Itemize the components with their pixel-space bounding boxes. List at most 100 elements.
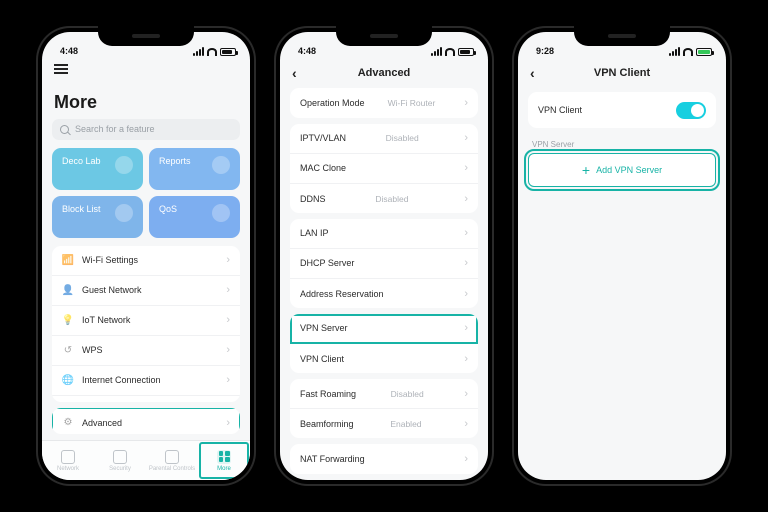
settings-list: 📶Wi-Fi Settings› 👤Guest Network› 💡IoT Ne… [52,246,240,402]
signal-icon [431,47,442,56]
tab-network[interactable]: Network [42,441,94,480]
chevron-right-icon: › [464,288,468,300]
security-tab-icon [113,450,127,464]
battery-charging-icon [696,48,712,56]
tab-bar: Network Security Parental Controls More [42,440,250,480]
row-vpn-client[interactable]: VPN Client› [290,344,478,373]
group-wireless: Fast RoamingDisabled› BeamformingEnabled… [290,379,478,438]
wifi-icon [445,48,455,56]
chevron-right-icon: › [464,227,468,239]
topbar [42,58,250,88]
network-tab-icon [61,450,75,464]
search-placeholder: Search for a feature [75,124,155,134]
row-wifi-settings[interactable]: 📶Wi-Fi Settings› [52,246,240,276]
header: ‹ VPN Client [518,58,726,88]
battery-icon [220,48,236,56]
chevron-right-icon: › [226,284,230,296]
tab-security[interactable]: Security [94,441,146,480]
search-icon [60,125,69,134]
lab-icon [115,156,133,174]
menu-icon[interactable] [54,64,68,74]
battery-icon [458,48,474,56]
search-input[interactable]: Search for a feature [52,119,240,140]
row-ddns[interactable]: DDNSDisabled› [290,184,478,213]
wifi-icon [207,48,217,56]
row-internet-connection[interactable]: 🌐Internet Connection› [52,366,240,396]
vpn-toggle-list: VPN Client [528,92,716,128]
row-mac-clone[interactable]: MAC Clone› [290,154,478,184]
gear-icon: ⚙ [62,417,74,429]
reports-icon [212,156,230,174]
row-fast-roaming[interactable]: Fast RoamingDisabled› [290,379,478,409]
clock: 9:28 [536,46,554,56]
row-wps[interactable]: ↺WPS› [52,336,240,366]
chevron-right-icon: › [464,193,468,205]
signal-icon [193,47,204,56]
tab-more[interactable]: More [198,441,250,480]
block-icon [115,204,133,222]
chevron-right-icon: › [226,314,230,326]
section-vpn-server: VPN Server [528,134,716,153]
chevron-right-icon: › [464,257,468,269]
row-vpn-server[interactable]: VPN Server› [290,314,478,344]
signal-icon [669,47,680,56]
iot-icon: 💡 [62,314,74,326]
row-beamforming[interactable]: BeamformingEnabled› [290,409,478,438]
vpn-client-toggle[interactable] [676,102,706,119]
more-tab-icon [217,450,231,464]
row-iot-network[interactable]: 💡IoT Network› [52,306,240,336]
qos-icon [212,204,230,222]
tile-block-list[interactable]: Block List [52,196,143,238]
row-advanced[interactable]: ⚙Advanced› [52,408,240,434]
feature-tiles: Deco Lab Reports Block List QoS [52,148,240,238]
tile-reports[interactable]: Reports [149,148,240,190]
row-network-optimization[interactable]: ✳Network Optimization› [52,396,240,402]
tile-deco-lab[interactable]: Deco Lab [52,148,143,190]
header-title: VPN Client [594,67,650,79]
wps-icon: ↺ [62,344,74,356]
guest-icon: 👤 [62,284,74,296]
group-lan: LAN IP› DHCP Server› Address Reservation… [290,219,478,308]
back-button[interactable]: ‹ [292,65,297,81]
group-vpn: VPN Server› VPN Client› [290,314,478,373]
internet-icon: 🌐 [62,374,74,386]
group-mode: Operation ModeWi-Fi Router› [290,88,478,118]
chevron-right-icon: › [464,388,468,400]
row-vpn-client-toggle: VPN Client [528,92,716,128]
group-nat: NAT Forwarding› [290,444,478,474]
row-iptv-vlan[interactable]: IPTV/VLANDisabled› [290,124,478,154]
group-network-ext: IPTV/VLANDisabled› MAC Clone› DDNSDisabl… [290,124,478,213]
wifi-icon [683,48,693,56]
row-address-reservation[interactable]: Address Reservation› [290,279,478,308]
chevron-right-icon: › [464,418,468,430]
add-vpn-server-button[interactable]: + Add VPN Server [528,153,716,187]
back-button[interactable]: ‹ [530,65,535,81]
phone-vpn-client: 9:28 ‹ VPN Client VPN Client VPN Server … [512,26,732,486]
chevron-right-icon: › [226,374,230,386]
parental-tab-icon [165,450,179,464]
row-lan-ip[interactable]: LAN IP› [290,219,478,249]
tab-parental[interactable]: Parental Controls [146,441,198,480]
header-title: Advanced [358,67,411,79]
page-title: More [52,88,240,119]
chevron-right-icon: › [226,254,230,266]
chevron-right-icon: › [464,97,468,109]
row-nat-forwarding[interactable]: NAT Forwarding› [290,444,478,474]
wifi-settings-icon: 📶 [62,254,74,266]
row-guest-network[interactable]: 👤Guest Network› [52,276,240,306]
chevron-right-icon: › [226,417,230,429]
chevron-right-icon: › [464,453,468,465]
chevron-right-icon: › [464,353,468,365]
chevron-right-icon: › [464,322,468,334]
row-dhcp-server[interactable]: DHCP Server› [290,249,478,279]
chevron-right-icon: › [464,132,468,144]
chevron-right-icon: › [464,162,468,174]
phone-more: 4:48 More Search for a feature Deco Lab … [36,26,256,486]
chevron-right-icon: › [226,344,230,356]
clock: 4:48 [298,46,316,56]
phone-advanced: 4:48 ‹ Advanced Operation ModeWi-Fi Rout… [274,26,494,486]
clock: 4:48 [60,46,78,56]
row-operation-mode[interactable]: Operation ModeWi-Fi Router› [290,88,478,118]
tile-qos[interactable]: QoS [149,196,240,238]
advanced-list: ⚙Advanced› [52,408,240,434]
